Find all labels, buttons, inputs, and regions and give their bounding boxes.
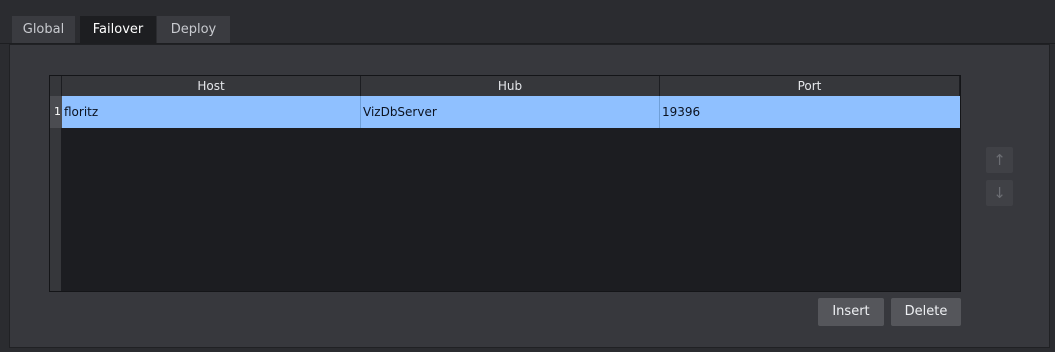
cell-port[interactable]: 19396 — [660, 96, 960, 128]
cell-hub[interactable]: VizDbServer — [361, 96, 660, 128]
row-number[interactable]: 1 — [50, 96, 62, 128]
insert-button[interactable]: Insert — [818, 298, 884, 326]
column-header-hub[interactable]: Hub — [361, 76, 660, 96]
delete-button[interactable]: Delete — [891, 298, 961, 326]
move-up-button[interactable]: ↑ — [986, 147, 1013, 173]
tab-failover[interactable]: Failover — [80, 16, 157, 44]
table-corner[interactable] — [50, 76, 62, 96]
move-down-button[interactable]: ↓ — [986, 180, 1013, 206]
cell-host[interactable]: floritz — [62, 96, 361, 128]
tab-deploy[interactable]: Deploy — [157, 16, 231, 43]
table-row[interactable]: floritz VizDbServer 19396 — [62, 96, 960, 128]
tab-bar: Global Failover Deploy — [0, 0, 1055, 44]
arrow-down-icon: ↓ — [993, 184, 1006, 202]
arrow-up-icon: ↑ — [993, 151, 1006, 169]
column-header-host[interactable]: Host — [62, 76, 361, 96]
failover-table: Host Hub Port 1 floritz VizDbServer 1939… — [49, 75, 961, 292]
tab-global[interactable]: Global — [12, 16, 76, 43]
column-header-port[interactable]: Port — [660, 76, 960, 96]
